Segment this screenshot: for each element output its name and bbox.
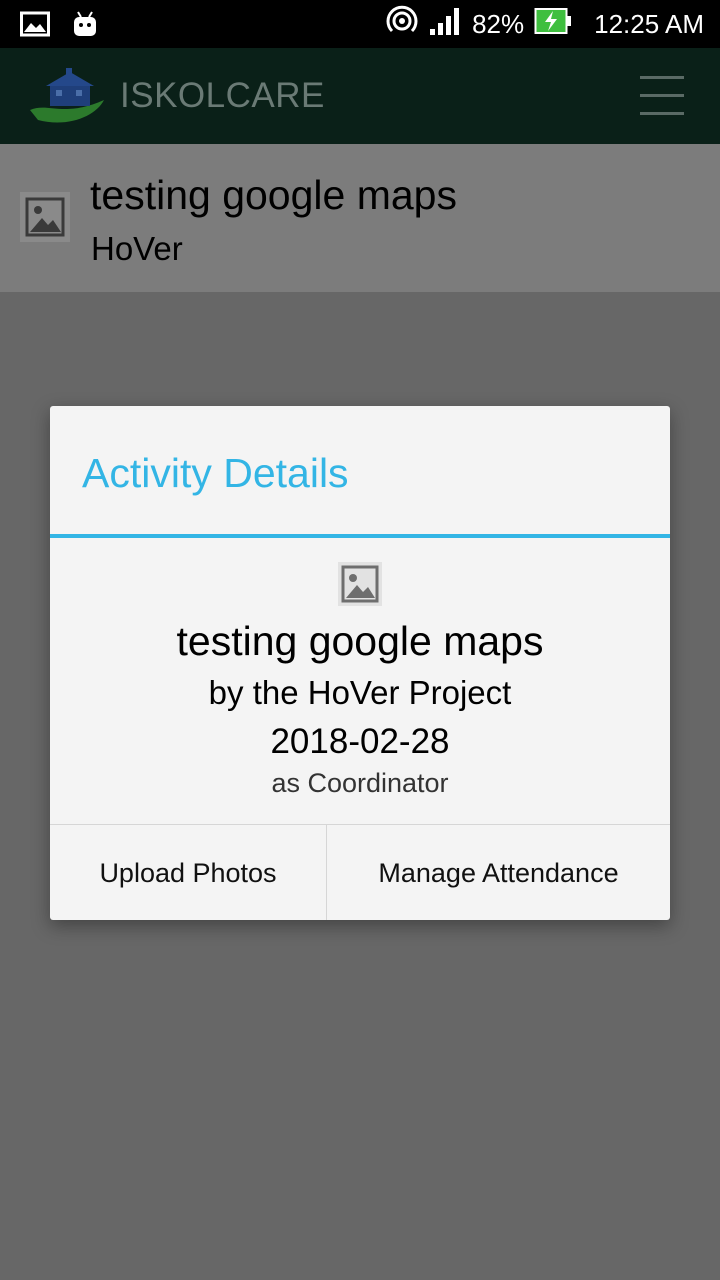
hotspot-icon [386,5,418,44]
battery-charging-icon [534,7,572,42]
list-item-subtitle: HoVer [91,230,183,267]
hamburger-menu-icon[interactable] [640,74,686,118]
dialog-title: Activity Details [82,450,349,496]
iskolcare-logo-icon [28,66,108,126]
manage-attendance-button[interactable]: Manage Attendance [327,825,670,920]
app-title: ISKOLCARE [120,76,325,115]
android-notification-icon [72,10,98,43]
image-placeholder-icon [20,192,70,247]
activity-date: 2018-02-28 [270,722,450,761]
status-bar: 82% 12:25 AM [0,0,720,48]
signal-strength-icon [428,5,462,44]
activity-title: testing google maps [176,618,544,664]
list-item-title: testing google maps [90,172,457,218]
gallery-notification-icon [20,11,50,42]
clock: 12:25 AM [594,8,704,39]
image-placeholder-icon [338,562,382,611]
activity-role: as Coordinator [271,768,449,798]
app-bar: ISKOLCARE [0,48,720,144]
battery-percent: 82% [472,8,525,39]
activity-details-dialog: Activity Details testing google maps by … [50,406,670,920]
dialog-button-bar: Upload Photos Manage Attendance [50,824,670,920]
dialog-title-divider [50,534,670,538]
upload-photos-button[interactable]: Upload Photos [50,825,327,920]
activity-byline: by the HoVer Project [208,674,512,711]
